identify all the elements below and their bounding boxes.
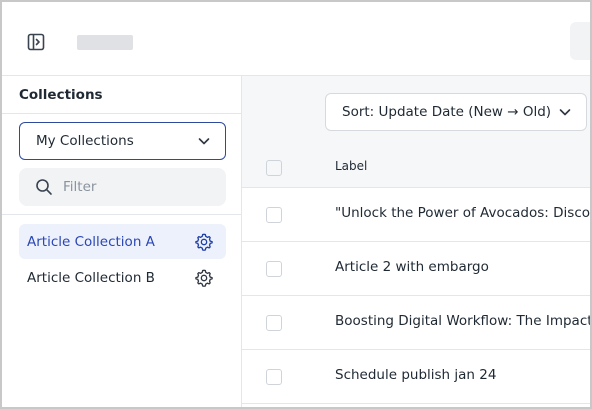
- sidebar-item-article-collection-b[interactable]: Article Collection B: [19, 260, 226, 295]
- row-checkbox[interactable]: [266, 207, 282, 223]
- table-row[interactable]: Boosting Digital Workflow: The Impact: [242, 296, 590, 350]
- table-row[interactable]: Schedule publish jan 24: [242, 350, 590, 404]
- divider: [2, 214, 242, 215]
- divider: [2, 113, 242, 114]
- gear-icon[interactable]: [194, 232, 214, 252]
- table-row[interactable]: "Unlock the Power of Avocados: Discover: [242, 188, 590, 242]
- sort-label: Sort: Update Date (New → Old): [342, 104, 552, 120]
- top-bar: [2, 2, 590, 76]
- row-checkbox[interactable]: [266, 315, 282, 331]
- search-icon: [35, 178, 53, 196]
- row-label[interactable]: Article 2 with embargo: [335, 259, 489, 275]
- row-checkbox[interactable]: [266, 261, 282, 277]
- filter-input[interactable]: [63, 179, 213, 195]
- topbar-action-button[interactable]: [570, 22, 590, 60]
- select-all-checkbox[interactable]: [266, 160, 282, 176]
- sort-dropdown[interactable]: Sort: Update Date (New → Old): [325, 93, 587, 131]
- collection-item-label: Article Collection A: [27, 233, 155, 250]
- sidebar-heading: Collections: [19, 87, 103, 103]
- table-row[interactable]: Article 2 with embargo: [242, 242, 590, 296]
- list-toolbar: Sort: Update Date (New → Old): [242, 76, 590, 145]
- chevron-down-icon: [197, 134, 211, 148]
- app-window: Collections My Collections Article Colle…: [2, 2, 590, 407]
- chevron-down-icon: [558, 105, 572, 119]
- app-title-placeholder: [77, 35, 133, 50]
- collections-sidebar: Collections My Collections Article Colle…: [2, 76, 242, 407]
- collection-item-label: Article Collection B: [27, 269, 155, 286]
- row-label[interactable]: Boosting Digital Workflow: The Impact: [335, 313, 590, 329]
- main-content: Sort: Update Date (New → Old) Label "Unl…: [242, 76, 590, 407]
- sidebar-item-article-collection-a[interactable]: Article Collection A: [19, 224, 226, 259]
- row-label[interactable]: "Unlock the Power of Avocados: Discover: [335, 205, 590, 221]
- row-checkbox[interactable]: [266, 369, 282, 385]
- collection-scope-select[interactable]: My Collections: [19, 122, 226, 160]
- gear-icon[interactable]: [194, 268, 214, 288]
- column-header-label[interactable]: Label: [335, 159, 367, 173]
- filter-field[interactable]: [19, 168, 226, 206]
- table-header: Label: [242, 145, 590, 188]
- sidebar-toggle-icon[interactable]: [26, 32, 46, 52]
- collection-scope-value: My Collections: [36, 133, 134, 149]
- row-label[interactable]: Schedule publish jan 24: [335, 367, 496, 383]
